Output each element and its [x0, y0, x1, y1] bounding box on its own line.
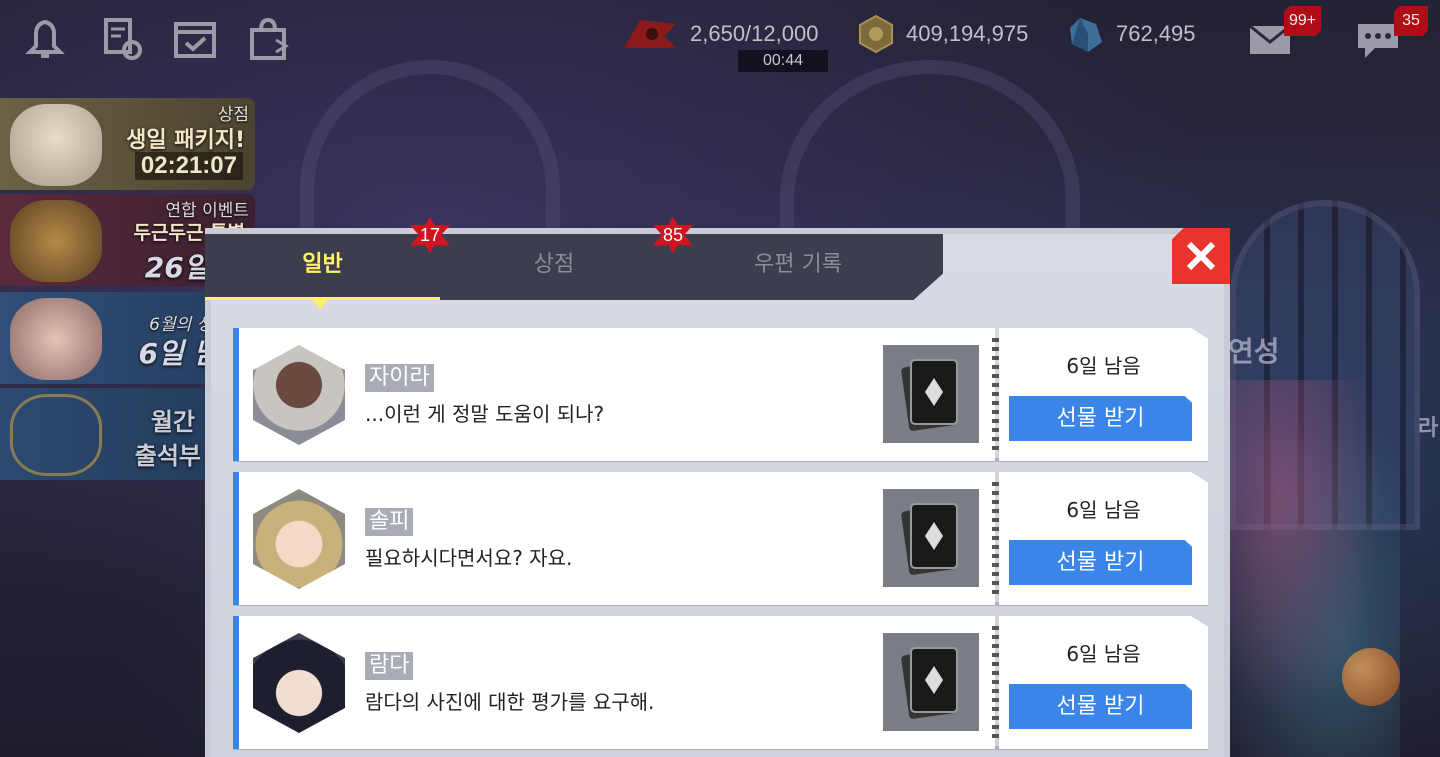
- avatar: [253, 345, 345, 445]
- crystal-resource: 762,495: [1066, 14, 1196, 54]
- event-title: 월간: [150, 408, 195, 436]
- crystal-value: 762,495: [1116, 21, 1196, 46]
- gift-card-icon: [883, 345, 979, 443]
- stamina-timer: 00:44: [738, 50, 828, 72]
- close-icon: [1186, 241, 1216, 271]
- claim-gift-button[interactable]: 선물 받기: [1009, 684, 1192, 729]
- active-tab-caret: [312, 300, 328, 309]
- mail-message: ...이런 게 정말 도움이 되나?: [365, 402, 605, 426]
- mail-sender: 자이라: [365, 364, 434, 392]
- gift-card-icon: [883, 633, 979, 731]
- event-banner-birthday-package[interactable]: 상점 생일 패키지! 02:21:07: [0, 98, 255, 190]
- background-label: 라: [1418, 415, 1439, 440]
- background-label: 연성: [1228, 336, 1280, 367]
- gold-coin-icon: [859, 14, 893, 54]
- mail-stub: [999, 616, 1208, 749]
- event-thumbnail: [10, 104, 102, 186]
- gold-value: 409,194,975: [906, 21, 1029, 46]
- stamina-flag-icon: [624, 20, 676, 48]
- gold-resource: 409,194,975: [856, 14, 1028, 54]
- claim-gift-button[interactable]: 선물 받기: [1009, 540, 1192, 585]
- tab-general[interactable]: 일반: [205, 234, 440, 300]
- mail-sender: 솔피: [365, 508, 414, 536]
- event-thumbnail: [10, 298, 102, 380]
- avatar: [253, 489, 345, 589]
- mail-stub: [999, 328, 1208, 461]
- shopping-bag-icon[interactable]: [244, 14, 294, 64]
- stamina-resource: 2,650/12,000: [620, 14, 818, 54]
- mail-card: 자이라 ...이런 게 정말 도움이 되나?: [233, 328, 995, 461]
- background-orb: [1342, 648, 1400, 706]
- mail-message: 필요하시다면서요? 자요.: [365, 546, 573, 570]
- event-timer: 02:21:07: [134, 152, 243, 180]
- attendance-emblem-icon: [10, 394, 102, 476]
- mail-row: 람다 람다의 사진에 대한 평가를 요구해. 6일 남음 선물 받기: [233, 616, 1208, 750]
- event-subtitle: 생일 패키지!: [126, 128, 245, 153]
- mail-message: 람다의 사진에 대한 평가를 요구해.: [365, 690, 655, 714]
- tab-mail-history[interactable]: 우편 기록: [668, 234, 928, 300]
- mail-card: 솔피 필요하시다면서요? 자요.: [233, 472, 995, 605]
- mail-row: 솔피 필요하시다면서요? 자요. 6일 남음 선물 받기: [233, 472, 1208, 606]
- event-thumbnail: [10, 200, 102, 282]
- mail-remaining: 6일 남음: [1066, 354, 1141, 378]
- stamina-value: 2,650/12,000: [690, 21, 819, 46]
- event-subtitle: 출석부: [134, 442, 201, 470]
- mail-remaining: 6일 남음: [1066, 498, 1141, 522]
- mail-stub: [999, 472, 1208, 605]
- chat-count-badge: 35: [1394, 6, 1428, 36]
- mail-row: 자이라 ...이런 게 정말 도움이 되나? 6일 남음 선물 받기: [233, 328, 1208, 462]
- top-bar: 2,650/12,000 00:44 409,194,975 762,495 9…: [0, 0, 1440, 80]
- crystal-icon: [1070, 18, 1102, 52]
- close-button[interactable]: [1172, 228, 1230, 284]
- mail-card: 람다 람다의 사진에 대한 평가를 요구해.: [233, 616, 995, 749]
- calendar-check-icon[interactable]: [170, 14, 220, 64]
- mail-remaining: 6일 남음: [1066, 642, 1141, 666]
- mail-sender: 람다: [365, 652, 414, 680]
- avatar: [253, 633, 345, 733]
- gift-card-icon: [883, 489, 979, 587]
- mail-count-badge: 99+: [1284, 6, 1322, 36]
- bell-icon[interactable]: [20, 14, 70, 64]
- notice-settings-icon[interactable]: [96, 14, 146, 64]
- claim-gift-button[interactable]: 선물 받기: [1009, 396, 1192, 441]
- tab-shop[interactable]: 상점: [440, 234, 668, 300]
